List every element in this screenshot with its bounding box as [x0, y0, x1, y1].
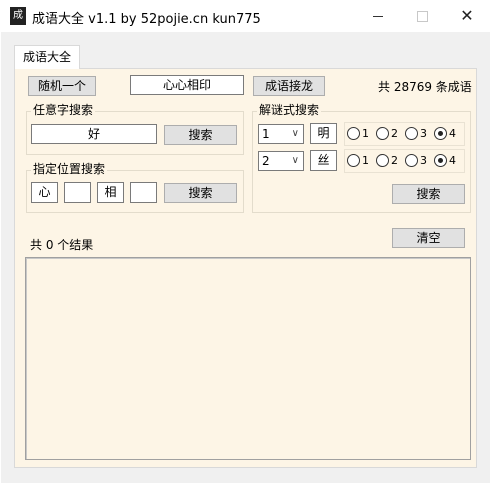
position-search-label: 指定位置搜索	[31, 162, 108, 176]
radio-3[interactable]	[405, 127, 418, 140]
riddle-row-2-position-select[interactable]: 2 ∨	[258, 151, 304, 171]
radio-label: 1	[362, 154, 369, 167]
riddle-row-1-char-input[interactable]: 明	[310, 123, 337, 144]
position-3-input[interactable]: 相	[97, 182, 124, 203]
riddle-row-2-select-value: 2	[262, 154, 270, 168]
idiom-chain-button[interactable]: 成语接龙	[253, 76, 325, 96]
radio-2[interactable]	[376, 127, 389, 140]
any-char-input[interactable]: 好	[31, 124, 157, 144]
clear-button[interactable]: 清空	[392, 228, 465, 248]
radio-4-selected[interactable]	[434, 127, 447, 140]
current-idiom-field[interactable]: 心心相印	[130, 75, 244, 95]
close-button[interactable]: ✕	[444, 0, 490, 32]
radio-label: 4	[449, 154, 456, 167]
idiom-count-label: 共 28769 条成语	[378, 80, 472, 94]
riddle-row-1-select-value: 1	[262, 127, 270, 141]
radio-1[interactable]	[347, 127, 360, 140]
radio-label: 3	[420, 127, 427, 140]
position-2-input[interactable]	[64, 182, 91, 203]
riddle-row-1-radios: 1 2 3 4	[347, 127, 463, 140]
radio-4-selected[interactable]	[434, 154, 447, 167]
title-bar: 成 成语大全 v1.1 by 52pojie.cn kun775 ✕	[0, 0, 491, 32]
position-4-input[interactable]	[130, 182, 157, 203]
window-title: 成语大全 v1.1 by 52pojie.cn kun775	[32, 12, 261, 27]
position-search-button[interactable]: 搜索	[164, 183, 237, 203]
chevron-down-icon: ∨	[291, 155, 299, 166]
maximize-icon	[416, 10, 428, 22]
minimize-icon	[373, 15, 383, 17]
position-1-input[interactable]: 心	[31, 182, 58, 203]
result-count-label: 共 0 个结果	[30, 238, 94, 252]
app-icon: 成	[10, 7, 26, 25]
maximize-button	[399, 0, 445, 32]
riddle-row-2-char-input[interactable]: 丝	[310, 150, 337, 171]
riddle-search-button[interactable]: 搜索	[392, 184, 465, 204]
chevron-down-icon: ∨	[291, 128, 299, 139]
radio-label: 2	[391, 127, 398, 140]
riddle-search-label: 解谜式搜索	[257, 103, 322, 117]
radio-label: 1	[362, 127, 369, 140]
riddle-row-2-radios: 1 2 3 4	[347, 154, 463, 167]
riddle-row-1-position-select[interactable]: 1 ∨	[258, 124, 304, 144]
any-char-search-button[interactable]: 搜索	[164, 125, 237, 145]
tab-idioms[interactable]: 成语大全	[14, 45, 80, 69]
any-char-search-label: 任意字搜索	[31, 103, 96, 117]
radio-2[interactable]	[376, 154, 389, 167]
radio-label: 4	[449, 127, 456, 140]
minimize-button[interactable]	[355, 0, 401, 32]
radio-label: 2	[391, 154, 398, 167]
results-list[interactable]	[25, 257, 471, 460]
radio-label: 3	[420, 154, 427, 167]
radio-3[interactable]	[405, 154, 418, 167]
random-button[interactable]: 随机一个	[28, 76, 96, 96]
radio-1[interactable]	[347, 154, 360, 167]
